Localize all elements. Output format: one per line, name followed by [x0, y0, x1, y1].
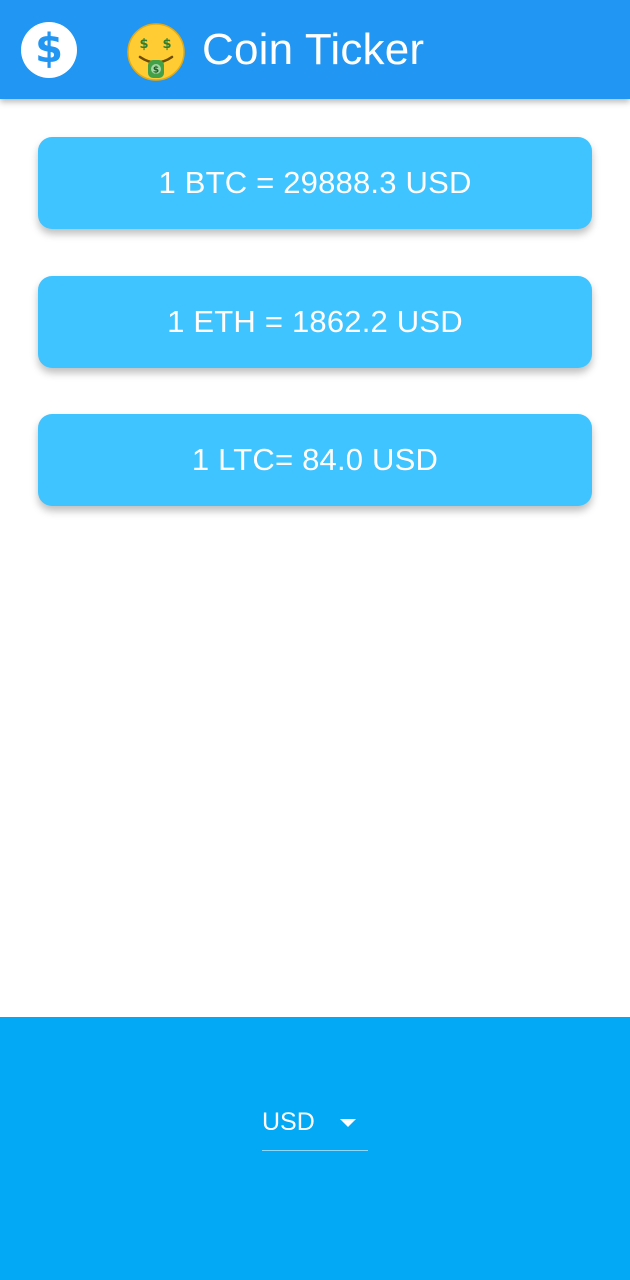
caret-down-icon: [340, 1119, 356, 1127]
svg-text:$: $: [139, 37, 148, 52]
app-bar: $ $ $ $ Coin Ticker: [0, 0, 630, 99]
app-title: Coin Ticker: [202, 25, 425, 74]
ltc-rate-card[interactable]: 1 LTC= 84.0 USD: [38, 414, 592, 506]
btc-rate-card[interactable]: 1 BTC = 29888.3 USD: [38, 137, 592, 229]
ltc-rate-label: 1 LTC= 84.0 USD: [191, 442, 439, 477]
eth-rate-label: 1 ETH = 1862.2 USD: [167, 304, 463, 339]
currency-dropdown[interactable]: USD: [262, 1103, 368, 1151]
svg-text:$: $: [153, 66, 159, 76]
currency-selected-value: USD: [262, 1108, 315, 1136]
btc-rate-label: 1 BTC = 29888.3 USD: [158, 165, 472, 200]
money-mouth-face-icon: $ $ $: [127, 23, 185, 81]
dollar-circle-icon[interactable]: $: [21, 22, 77, 78]
eth-rate-card[interactable]: 1 ETH = 1862.2 USD: [38, 276, 592, 368]
svg-text:$: $: [162, 37, 171, 52]
